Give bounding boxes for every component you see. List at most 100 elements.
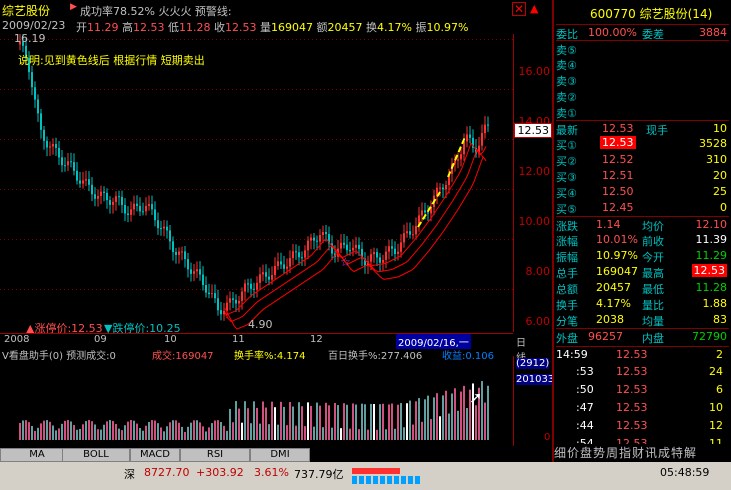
candle-body <box>385 251 387 260</box>
volume-bar <box>211 423 213 440</box>
tick-row: 14:59 12.53 2 <box>556 346 729 363</box>
candle-body <box>412 234 414 236</box>
stat-row: 分笔 2038 均量 83 <box>556 312 729 328</box>
tick-price: 12.53 <box>616 401 648 414</box>
volume-bar <box>142 430 144 440</box>
volume-bar <box>178 422 180 440</box>
volume-bar <box>205 431 207 440</box>
volume-bar <box>94 424 96 440</box>
candle-body <box>52 144 54 147</box>
candle-body <box>235 299 237 304</box>
stat-row: 总额 20457 最低 11.28 <box>556 280 729 296</box>
candle-body <box>145 205 147 212</box>
volume-bar <box>112 420 114 440</box>
tab-boll[interactable]: BOLL <box>62 448 130 462</box>
volume-bar <box>286 425 288 440</box>
volume-bar <box>148 421 150 440</box>
volume-chart[interactable] <box>0 360 513 446</box>
candle-body <box>40 113 42 130</box>
triangle-icon: ▶ <box>70 2 77 12</box>
candle-body <box>265 272 267 277</box>
candle-body <box>46 140 48 148</box>
candle-body <box>214 293 216 299</box>
candlesticks <box>19 34 489 321</box>
volume-bars <box>19 381 489 440</box>
candle-body <box>196 269 198 272</box>
candle-body <box>427 212 429 214</box>
market-label: 深 <box>124 468 135 481</box>
index-change: +303.92 <box>196 466 244 479</box>
volume-bar <box>40 423 42 440</box>
volume-bar <box>145 425 147 440</box>
volume-bar <box>361 403 363 440</box>
quote-title-row: 600770 综艺股份(14) <box>556 2 729 21</box>
header-ohlc: 开11.29 高12.53 低11.28 收12.53 量169047 额204… <box>76 19 468 35</box>
candle-body <box>67 161 69 166</box>
candle-body <box>211 293 213 295</box>
volume-meter <box>352 476 422 484</box>
stat-label: 分笔 <box>556 315 578 328</box>
volume-bar <box>313 426 315 440</box>
turn-label: 换 <box>366 21 377 34</box>
stat-label: 均量 <box>642 315 664 328</box>
buy-row: 买③ 12.51 20 <box>556 168 729 184</box>
y-tick: 12.00 <box>518 165 551 178</box>
volume-bar <box>346 404 348 440</box>
volume-bar <box>82 424 84 440</box>
close-icon[interactable]: ✕ <box>512 2 526 16</box>
volume-bar <box>121 430 123 440</box>
stat-row: 振幅 10.97% 今开 11.29 <box>556 248 729 264</box>
sell-row: 卖③ <box>556 72 729 88</box>
tab-rsi[interactable]: RSI <box>180 448 250 462</box>
volume-bar <box>349 428 351 440</box>
candle-body <box>388 246 390 252</box>
candle-body <box>484 124 486 134</box>
latest-value: 12.53 <box>602 122 634 135</box>
volume-bar <box>253 401 255 440</box>
candle-body <box>112 201 114 205</box>
candle-body <box>391 246 393 249</box>
volume-bar <box>328 405 330 440</box>
tab-dmi[interactable]: DMI <box>250 448 310 462</box>
candle-body <box>298 252 300 258</box>
tab-macd[interactable]: MACD <box>130 448 180 462</box>
candle-body <box>97 195 99 199</box>
tick-price: 12.53 <box>616 383 648 396</box>
kline-chart[interactable] <box>0 34 513 332</box>
candle-body <box>217 298 219 311</box>
sub-header: V看盘助手(0) 预测成交:0 成交:169047 换手率%:4.174 百日换… <box>0 346 552 362</box>
stat-value: 2038 <box>596 313 624 326</box>
candle-body <box>49 146 51 148</box>
quote-code-name: 600770 综艺股份(14) <box>590 7 713 21</box>
buy-row: 买⑤ 12.45 0 <box>556 200 729 216</box>
vol-tick: 201033 <box>516 374 555 385</box>
close-value: 12.53 <box>225 21 257 34</box>
outer-label: 外盘 <box>556 332 578 345</box>
volume-bar <box>91 421 93 440</box>
volume-bar <box>454 388 456 440</box>
detail-tabs[interactable]: 细价盘势周指财讯成特解 <box>554 444 731 462</box>
buy-label: 买④ <box>556 187 577 200</box>
volume-bar <box>88 420 90 440</box>
buy-vol: 310 <box>706 153 727 166</box>
candle-body <box>439 187 441 189</box>
volume-bar <box>118 428 120 440</box>
buy-price: 12.51 <box>602 169 634 182</box>
scroll-up-icon[interactable]: ▲ <box>530 2 538 15</box>
volume-bar <box>280 401 282 440</box>
amp-label: 振 <box>415 21 427 34</box>
volume-bar <box>382 403 384 440</box>
volume-bar <box>307 402 309 440</box>
volume-bar <box>484 402 486 440</box>
candle-body <box>460 154 462 160</box>
volume-bar <box>268 424 270 440</box>
volume-bar <box>292 406 294 440</box>
tick-vol: 10 <box>709 401 723 414</box>
stat-label: 总手 <box>556 267 578 280</box>
volume-bar <box>100 429 102 440</box>
volume-bar <box>397 404 399 440</box>
clock: 05:48:59 <box>660 466 710 479</box>
candle-body <box>187 259 189 270</box>
candle-body <box>157 220 159 229</box>
buy-label: 买⑤ <box>556 203 577 216</box>
